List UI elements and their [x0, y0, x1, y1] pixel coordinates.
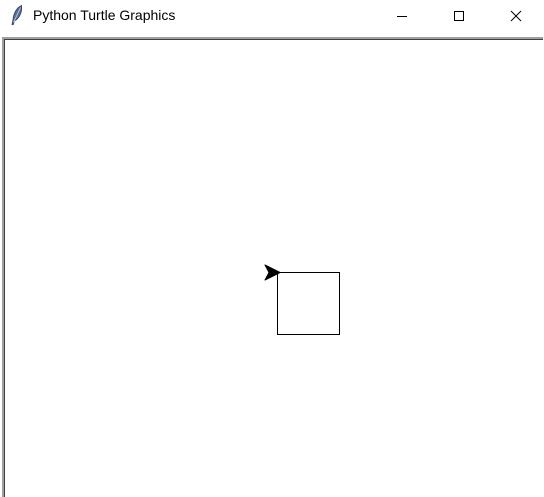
feather-icon [9, 4, 25, 26]
turtle-canvas[interactable] [2, 37, 543, 497]
maximize-button[interactable] [430, 0, 487, 31]
close-icon [510, 10, 521, 21]
turtle-window: Python Turtle Graphics [0, 0, 544, 497]
maximize-icon [453, 10, 464, 21]
window-title: Python Turtle Graphics [33, 7, 176, 23]
minimize-icon [396, 15, 407, 17]
drawn-square [277, 272, 340, 335]
title-bar[interactable]: Python Turtle Graphics [0, 0, 544, 31]
close-button[interactable] [487, 0, 544, 31]
minimize-button[interactable] [373, 0, 430, 31]
drawing-surface [264, 264, 340, 335]
